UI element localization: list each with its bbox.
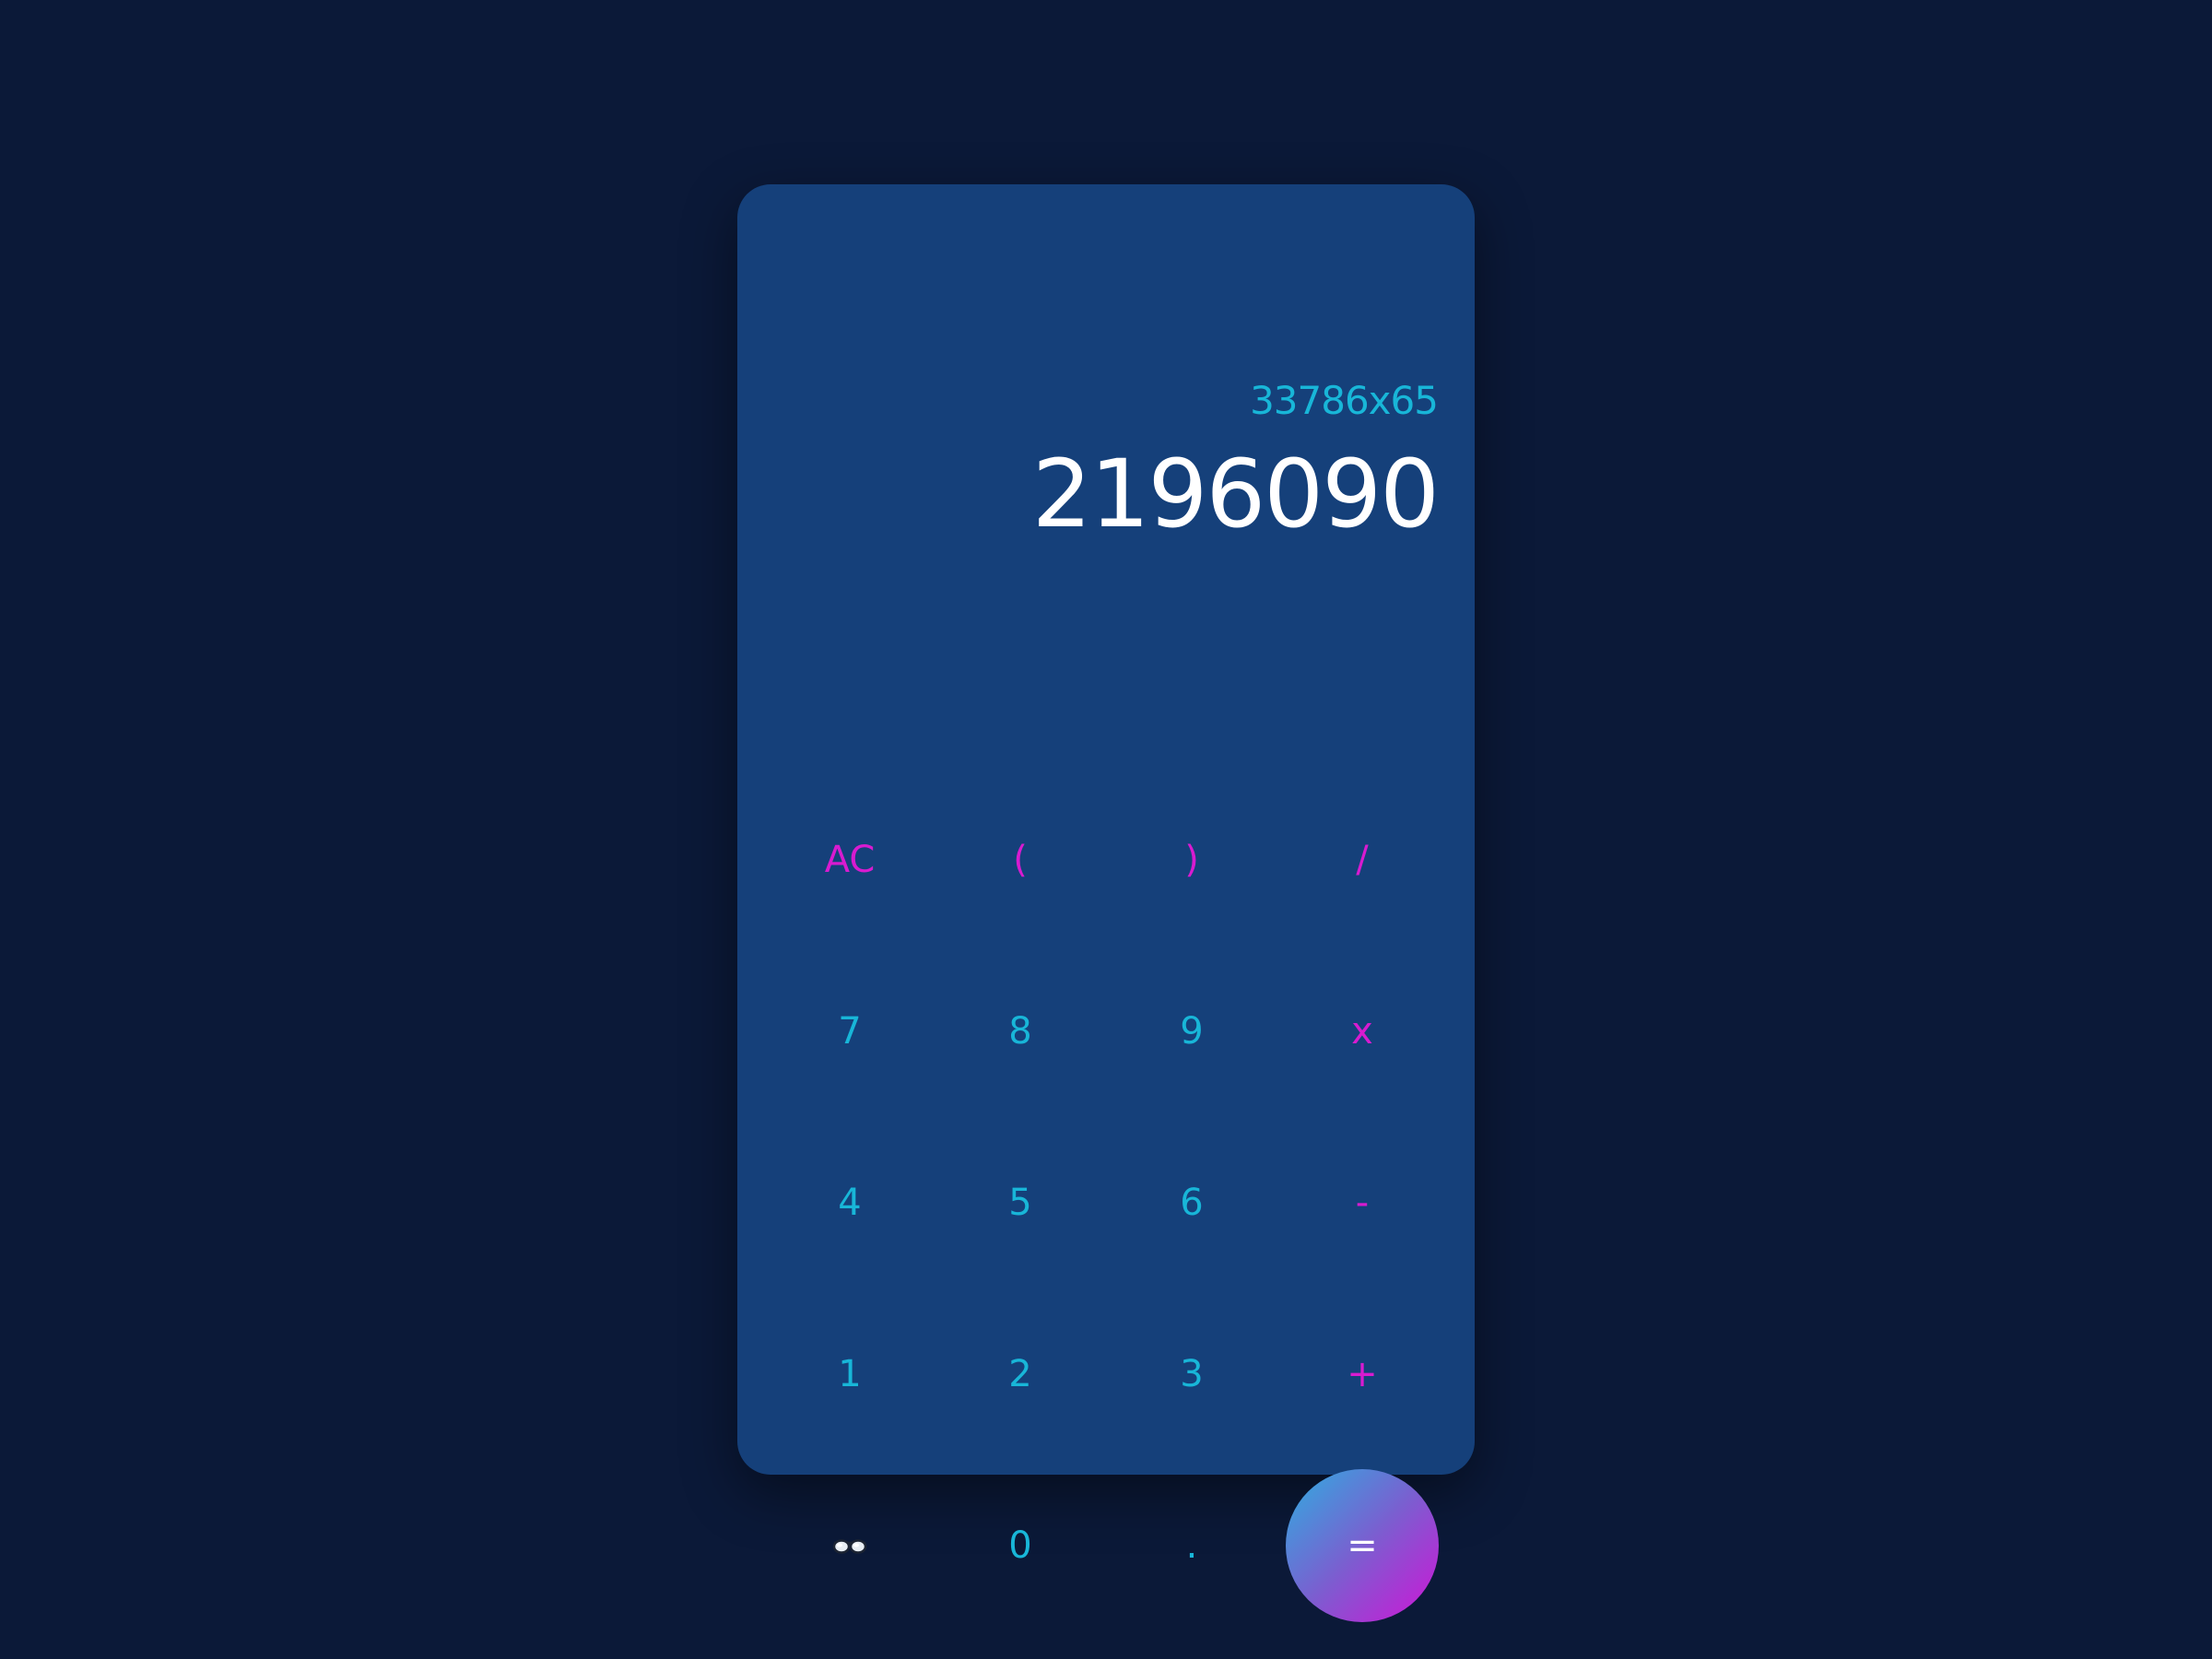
close-paren-button[interactable]: ) bbox=[1115, 783, 1268, 936]
divide-button[interactable]: / bbox=[1286, 783, 1439, 936]
digit-6-button[interactable]: 6 bbox=[1115, 1126, 1268, 1279]
clear-button[interactable]: AC bbox=[773, 783, 926, 936]
digit-2-button[interactable]: 2 bbox=[944, 1298, 1097, 1451]
digit-9-button[interactable]: 9 bbox=[1115, 955, 1268, 1108]
theme-toggle-button[interactable] bbox=[773, 1469, 926, 1622]
digit-5-button[interactable]: 5 bbox=[944, 1126, 1097, 1279]
add-button[interactable]: + bbox=[1286, 1298, 1439, 1451]
open-paren-button[interactable]: ( bbox=[944, 783, 1097, 936]
result-text: 2196090 bbox=[1031, 440, 1440, 549]
glasses-icon bbox=[832, 1539, 867, 1554]
decimal-button[interactable]: . bbox=[1115, 1469, 1268, 1622]
subtract-button[interactable]: - bbox=[1286, 1126, 1439, 1279]
multiply-button[interactable]: x bbox=[1286, 955, 1439, 1108]
digit-0-button[interactable]: 0 bbox=[944, 1469, 1097, 1622]
equals-button[interactable]: = bbox=[1286, 1469, 1439, 1622]
digit-1-button[interactable]: 1 bbox=[773, 1298, 926, 1451]
digit-3-button[interactable]: 3 bbox=[1115, 1298, 1268, 1451]
digit-7-button[interactable]: 7 bbox=[773, 955, 926, 1108]
expression-text: 33786x65 bbox=[1250, 378, 1439, 423]
calculator-panel: 33786x65 2196090 AC ( ) / 7 8 9 x 4 5 6 … bbox=[737, 184, 1475, 1622]
calculator-display: 33786x65 2196090 bbox=[737, 184, 1475, 590]
digit-8-button[interactable]: 8 bbox=[944, 955, 1097, 1108]
digit-4-button[interactable]: 4 bbox=[773, 1126, 926, 1279]
keypad: AC ( ) / 7 8 9 x 4 5 6 - 1 2 3 + 0 . = bbox=[764, 774, 1448, 1631]
